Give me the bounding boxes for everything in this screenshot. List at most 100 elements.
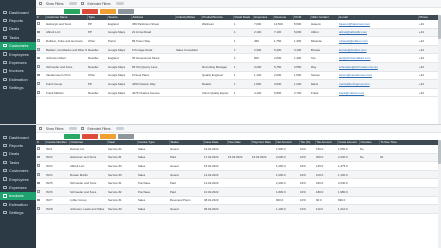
table-row[interactable]: Johnston Albert Reseller England 35 Greenwo…: [36, 53, 441, 64]
table-cell: 2,000.0: [275, 153, 299, 163]
table-cell: Google Maps: [107, 79, 131, 89]
table-cell: 1: [233, 36, 253, 46]
row-controls[interactable]: [36, 170, 45, 180]
row-checkbox[interactable]: [37, 82, 40, 86]
extended-filters-checkbox[interactable]: [80, 127, 84, 130]
row-controls[interactable]: [36, 88, 45, 98]
sidebar-item-employees[interactable]: Employees: [0, 175, 36, 183]
row-controls[interactable]: [36, 19, 45, 29]
table-row[interactable]: INV8 Johnston, Lewis and Stiles Service #3…: [36, 204, 441, 214]
sidebar-item-reports[interactable]: Reports: [0, 141, 36, 149]
show-filters-checkbox[interactable]: [39, 127, 42, 130]
table-row[interactable]: INV5 Schroeder and Sons Service #1 Purchase…: [36, 178, 441, 189]
show-filters-toggle[interactable]: [68, 126, 77, 131]
row-checkbox[interactable]: [37, 207, 40, 211]
row-controls[interactable]: [36, 71, 45, 81]
row-checkbox[interactable]: [37, 198, 40, 202]
row-controls[interactable]: [36, 161, 45, 171]
table-row[interactable]: INV4 Rowan Martin Service #3 Sales Issued 14.…: [36, 170, 441, 180]
row-controls[interactable]: [36, 28, 45, 38]
row-checkbox[interactable]: [37, 30, 40, 34]
row-checkbox[interactable]: [37, 155, 40, 159]
row-controls[interactable]: [36, 178, 45, 189]
table-cell: 1,000.0: [275, 170, 299, 180]
table-row[interactable]: INV7 Lyflier Group Service #1 Sales Reversed…: [36, 196, 441, 206]
table-row[interactable]: Rollison, Kohe and Hermann Other Portal 89 …: [36, 36, 441, 46]
column-header[interactable]: Invoice Number: [45, 140, 70, 145]
table-cell: 22 Arrow Road: [131, 28, 175, 38]
sidebar-item-customers[interactable]: Customers: [0, 167, 36, 175]
show-filters-toggle[interactable]: [68, 1, 77, 6]
row-checkbox[interactable]: [37, 39, 40, 43]
sidebar-item-expenses[interactable]: Expenses: [0, 183, 36, 191]
employees-icon: [3, 52, 7, 56]
sidebar-item-estimation[interactable]: Estimation: [0, 200, 36, 208]
table-cell: hasenx@halvorsen.com: [338, 19, 418, 29]
row-checkbox[interactable]: [37, 65, 40, 68]
sidebar-item-deals[interactable]: Deals: [0, 150, 36, 158]
sidebar-item-customers[interactable]: Customers: [0, 41, 36, 50]
row-controls[interactable]: [36, 187, 45, 197]
sidebar-item-estimation[interactable]: Estimation: [0, 75, 36, 83]
export-button[interactable]: [118, 134, 134, 139]
table-row[interactable]: Vandermeer's Print Other Google Maps 9 Nova…: [36, 71, 441, 81]
sidebar-item-reports[interactable]: Reports: [0, 16, 36, 24]
sidebar-item-settings[interactable]: Settings: [0, 209, 36, 217]
sidebar-item-tasks[interactable]: Tasks: [0, 158, 36, 166]
show-filters-checkbox[interactable]: [39, 2, 42, 5]
row-checkbox[interactable]: [37, 91, 40, 94]
row-controls[interactable]: [36, 62, 45, 72]
row-controls[interactable]: [36, 153, 45, 163]
table-row[interactable]: Bedlam, Grodbacke and Mine OnlineReselle…: [36, 45, 441, 55]
sidebar-item-invoices[interactable]: Invoices: [0, 191, 36, 201]
sidebar-item-employees[interactable]: Employees: [0, 50, 36, 58]
table-row[interactable]: INV3 Abbott LLC Service #3 Sales Issued 15.02…: [36, 161, 441, 171]
row-checkbox[interactable]: [37, 181, 40, 185]
table-row[interactable]: Schroeder and Sons Reseller Google Maps 89 …: [36, 62, 441, 72]
row-controls[interactable]: [36, 36, 45, 46]
row-controls[interactable]: [36, 144, 45, 154]
row-checkbox[interactable]: [37, 190, 40, 193]
export-button[interactable]: [118, 9, 134, 14]
row-checkbox[interactable]: [37, 164, 40, 168]
row-checkbox[interactable]: [37, 48, 40, 51]
column-header[interactable]: Retail Deals: [233, 15, 254, 20]
sidebar-item-dashboard[interactable]: Dashboard: [0, 133, 36, 141]
sidebar-item-expenses[interactable]: Expenses: [0, 58, 36, 66]
row-checkbox[interactable]: [37, 56, 40, 60]
row-checkbox[interactable]: [37, 73, 40, 77]
table-cell: INV3: [45, 161, 69, 171]
table-row[interactable]: INV6 Schroeder and Sons Service #2 Purchase…: [36, 187, 441, 197]
row-controls[interactable]: [36, 204, 45, 214]
table-row[interactable]: Abbott LLC PP Google Maps 22 Arrow Road 1 2,1…: [36, 28, 441, 38]
column-header[interactable]: Gross Amount: [337, 140, 360, 145]
table-row[interactable]: Halvorgin and Sons PP England 456 Parkinson…: [36, 19, 441, 29]
add-button[interactable]: [64, 9, 80, 14]
row-checkbox[interactable]: [37, 147, 40, 150]
table-cell: 1,100: [253, 71, 273, 81]
delete-button[interactable]: [82, 134, 98, 139]
edit-button[interactable]: [100, 134, 116, 139]
extended-filters-toggle[interactable]: [115, 1, 124, 6]
table-row[interactable]: Kutch Group PP Google Maps 4259 Claston Way…: [36, 79, 441, 89]
sidebar-item-settings[interactable]: Settings: [0, 84, 36, 92]
row-controls[interactable]: [36, 53, 45, 64]
edit-button[interactable]: [100, 9, 116, 14]
sidebar-item-invoices[interactable]: Invoices: [0, 67, 36, 75]
delete-button[interactable]: [82, 9, 98, 14]
add-button[interactable]: [64, 134, 80, 139]
extended-filters-checkbox[interactable]: [80, 2, 84, 5]
table-cell: [175, 71, 201, 81]
row-checkbox[interactable]: [37, 22, 40, 25]
row-controls[interactable]: [36, 196, 45, 206]
sidebar-item-tasks[interactable]: Tasks: [0, 33, 36, 41]
table-row[interactable]: INV2 Halvorsen and Sons Service #1 Sales Pai…: [36, 153, 441, 163]
sidebar-item-deals[interactable]: Deals: [0, 25, 36, 33]
row-controls[interactable]: [36, 79, 45, 89]
extended-filters-toggle[interactable]: [115, 126, 124, 131]
table-row[interactable]: Frank Martins Reseller Google Maps 4076 Cha…: [36, 88, 441, 98]
sidebar-item-dashboard[interactable]: Dashboard: [0, 8, 36, 16]
row-checkbox[interactable]: [37, 173, 40, 176]
table-row[interactable]: INV1 Danner Inc Service #2 Sales Issued 19.02…: [36, 144, 441, 154]
row-controls[interactable]: [36, 45, 45, 55]
